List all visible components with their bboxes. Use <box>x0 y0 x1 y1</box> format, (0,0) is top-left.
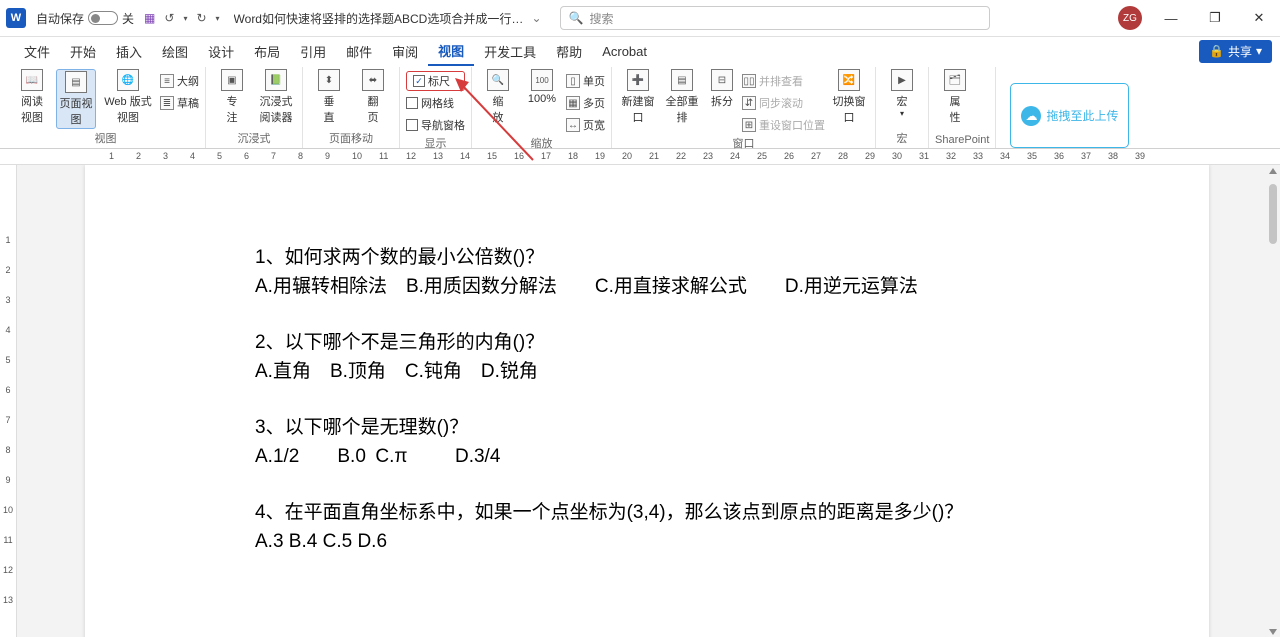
vertical-button[interactable]: ⬍垂 直 <box>309 69 349 125</box>
autosave-state: 关 <box>122 10 134 27</box>
undo-icon[interactable]: ↺ <box>164 11 174 25</box>
ribbon: 📖阅读 视图 ▤页面视图 🌐Web 版式视图 ≡大纲 ≣草稿 视图 ▣专 注 📗… <box>0 65 1280 149</box>
q2: 2、以下哪个不是三角形的内角()？ <box>255 328 1055 357</box>
web-layout-button[interactable]: 🌐Web 版式视图 <box>100 69 156 125</box>
tab-developer[interactable]: 开发工具 <box>474 38 546 65</box>
close-button[interactable]: ✕ <box>1244 10 1274 26</box>
tab-draw[interactable]: 绘图 <box>152 38 198 65</box>
document-title: Word如何快速将竖排的选择题ABCD选项合并成一行显示？.d… <box>234 10 524 27</box>
reset-position-button: ⊞重设窗口位置 <box>742 115 825 135</box>
multi-page-button[interactable]: ▦多页 <box>566 93 605 113</box>
gridlines-checkbox[interactable]: 网格线 <box>406 93 465 113</box>
document-content[interactable]: 1、如何求两个数的最小公倍数()？ A.用辗转相除法 B.用质因数分解法 C.用… <box>255 243 1055 583</box>
q3: 3、以下哪个是无理数()？ <box>255 413 1055 442</box>
macros-button[interactable]: ▶宏▾ <box>882 69 922 118</box>
tab-review[interactable]: 审阅 <box>382 38 428 65</box>
group-label-immersive: 沉浸式 <box>212 130 296 148</box>
tab-file[interactable]: 文件 <box>14 38 60 65</box>
title-dropdown-icon[interactable]: ⌄ <box>532 11 542 25</box>
search-input[interactable]: 🔍 搜索 <box>560 6 990 30</box>
autosave-toggle[interactable]: 自动保存 关 <box>36 10 134 27</box>
side-to-side-button[interactable]: ⬌翻 页 <box>353 69 393 125</box>
immersive-reader-button[interactable]: 📗沉浸式 阅读器 <box>256 69 296 125</box>
tab-layout[interactable]: 布局 <box>244 38 290 65</box>
sync-scroll-button: ⇵同步滚动 <box>742 93 825 113</box>
vertical-scrollbar[interactable] <box>1268 168 1278 635</box>
vertical-ruler[interactable]: 12345678910111213 <box>0 165 17 637</box>
horizontal-ruler[interactable]: 1234567891011121314151617181920212223242… <box>0 149 1280 165</box>
scroll-down-icon[interactable] <box>1269 629 1277 635</box>
view-side-button: ▯▯并排查看 <box>742 71 825 91</box>
share-button[interactable]: 🔒 共享 ▾ <box>1199 40 1272 63</box>
redo-icon[interactable]: ↻ <box>196 11 206 25</box>
tab-mailings[interactable]: 邮件 <box>336 38 382 65</box>
tab-acrobat[interactable]: Acrobat <box>592 40 657 63</box>
q4a: A.3 B.4 C.5 D.6 <box>255 527 1055 556</box>
avatar[interactable]: ZG <box>1118 6 1142 30</box>
autosave-label: 自动保存 <box>36 10 84 27</box>
word-icon: W <box>6 8 26 28</box>
tab-design[interactable]: 设计 <box>198 38 244 65</box>
upload-dropzone[interactable]: ☁ 拖拽至此上传 <box>1010 83 1129 148</box>
zoom-100-button[interactable]: 100100% <box>522 69 562 105</box>
q4: 4、在平面直角坐标系中，如果一个点坐标为(3,4)，那么该点到原点的距离是多少(… <box>255 498 1055 527</box>
tab-insert[interactable]: 插入 <box>106 38 152 65</box>
tab-view[interactable]: 视图 <box>428 37 474 66</box>
ruler-checkbox[interactable]: ✓标尺 <box>406 71 465 91</box>
page: 1、如何求两个数的最小公倍数()？ A.用辗转相除法 B.用质因数分解法 C.用… <box>85 165 1209 637</box>
workspace: 12345678910111213 1、如何求两个数的最小公倍数()？ A.用辗… <box>0 165 1280 637</box>
search-icon: 🔍 <box>569 11 584 25</box>
upload-icon: ☁ <box>1021 106 1041 126</box>
scrollbar-thumb[interactable] <box>1269 184 1277 244</box>
nav-pane-checkbox[interactable]: 导航窗格 <box>406 115 465 135</box>
properties-button[interactable]: 🗂属 性 <box>935 69 975 125</box>
q3a: A.1/2 B.0 C.π D.3/4 <box>255 442 1055 471</box>
tab-home[interactable]: 开始 <box>60 38 106 65</box>
restore-button[interactable]: ❐ <box>1200 10 1230 26</box>
tab-references[interactable]: 引用 <box>290 38 336 65</box>
page-width-button[interactable]: ↔页宽 <box>566 115 605 135</box>
qat-customize-icon[interactable]: ▾ <box>216 14 220 23</box>
arrange-all-button[interactable]: ▤全部重排 <box>662 69 702 125</box>
group-label-sharepoint: SharePoint <box>935 134 989 148</box>
q1a: A.用辗转相除法 B.用质因数分解法 C.用直接求解公式 D.用逆元运算法 <box>255 272 1055 301</box>
ribbon-tabs: 文件 开始 插入 绘图 设计 布局 引用 邮件 审阅 视图 开发工具 帮助 Ac… <box>0 37 1280 65</box>
draft-button[interactable]: ≣草稿 <box>160 93 199 113</box>
title-bar: W 自动保存 关 ▦ ↺ ▾ ↻ ▾ Word如何快速将竖排的选择题ABCD选项… <box>0 0 1280 37</box>
group-label-macros: 宏 <box>882 130 922 148</box>
one-page-button[interactable]: ▯单页 <box>566 71 605 91</box>
group-label-pagemove: 页面移动 <box>309 130 393 148</box>
zoom-button[interactable]: 🔍缩 放 <box>478 69 518 125</box>
document-area[interactable]: 1、如何求两个数的最小公倍数()？ A.用辗转相除法 B.用质因数分解法 C.用… <box>17 165 1280 637</box>
search-placeholder: 搜索 <box>590 10 614 27</box>
outline-button[interactable]: ≡大纲 <box>160 71 199 91</box>
print-layout-button[interactable]: ▤页面视图 <box>56 69 96 129</box>
q2a: A.直角 B.顶角 C.钝角 D.锐角 <box>255 357 1055 386</box>
minimize-button[interactable]: — <box>1156 11 1186 26</box>
new-window-button[interactable]: ➕新建窗口 <box>618 69 658 125</box>
tab-help[interactable]: 帮助 <box>546 38 592 65</box>
switch-window-button[interactable]: 🔀切换窗口 <box>829 69 869 125</box>
q1: 1、如何求两个数的最小公倍数()？ <box>255 243 1055 272</box>
group-label-views: 视图 <box>12 130 199 148</box>
split-button[interactable]: ⊟拆分 <box>706 69 738 109</box>
read-view-button[interactable]: 📖阅读 视图 <box>12 69 52 125</box>
undo-dropdown-icon[interactable]: ▾ <box>183 14 187 23</box>
scroll-up-icon[interactable] <box>1269 168 1277 174</box>
focus-button[interactable]: ▣专 注 <box>212 69 252 125</box>
save-icon[interactable]: ▦ <box>144 11 155 25</box>
